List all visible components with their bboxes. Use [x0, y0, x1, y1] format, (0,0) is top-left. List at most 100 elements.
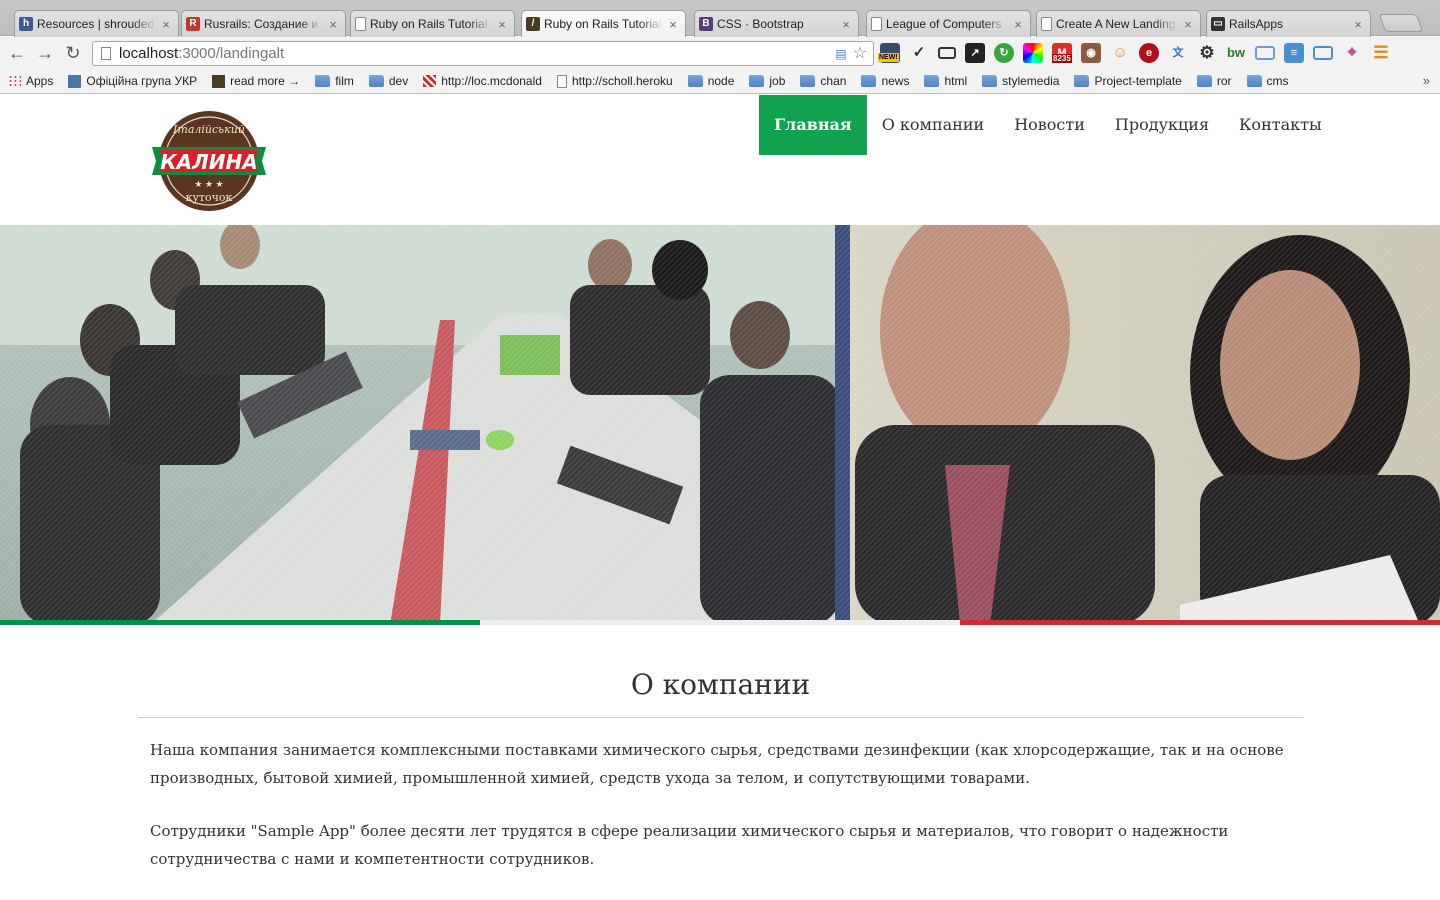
bookmark-item[interactable]: html	[924, 74, 967, 88]
reload-icon[interactable]: ↻	[62, 42, 84, 64]
back-arrow-icon[interactable]: ←	[6, 42, 28, 64]
bookmark-item[interactable]: chan	[800, 74, 846, 88]
bookmark-item[interactable]: http://scholl.heroku	[556, 74, 673, 88]
logo-emblem-icon: Італійський КАЛИНА ★ ★ ★ куточок	[152, 111, 266, 211]
tab-close-icon[interactable]: ×	[1182, 17, 1194, 32]
settings-gear-icon[interactable]: ⚙	[1197, 43, 1217, 63]
unread-count-badge: 8235	[1052, 54, 1072, 63]
url-path: :3000/landingalt	[178, 45, 285, 62]
forward-arrow-icon[interactable]: →	[34, 42, 56, 64]
folder-icon	[1246, 75, 1262, 87]
nav-news[interactable]: Новости	[999, 95, 1100, 155]
bookmark-label: film	[335, 74, 354, 88]
main-navigation: Главная О компании Новости Продукция Контакт…	[759, 95, 1337, 155]
office-meeting-photo	[0, 225, 1440, 625]
evernote-icon[interactable]: e	[1139, 43, 1159, 63]
new-tab-button[interactable]	[1378, 14, 1424, 32]
bookmark-item[interactable]: node	[687, 74, 735, 88]
feather-icon	[212, 74, 226, 88]
instagram-icon[interactable]: ◉	[1081, 43, 1101, 63]
folder-icon	[861, 75, 877, 87]
italian-flag-stripe	[0, 620, 1440, 625]
poll-icon[interactable]: ☺	[1110, 43, 1130, 63]
bookmark-item[interactable]: news	[861, 74, 909, 88]
bookmark-item[interactable]: Офіційна група УКР	[68, 74, 197, 88]
color-picker-icon[interactable]	[1023, 43, 1043, 63]
browser-tab[interactable]: h Resources | shrouded ×	[14, 10, 179, 37]
translate-icon[interactable]: 文	[1168, 43, 1188, 63]
new-badge: NEW!	[878, 53, 899, 62]
folder-icon	[1196, 75, 1212, 87]
page-icon	[1041, 17, 1052, 31]
folder-icon	[368, 75, 384, 87]
window-resizer-icon[interactable]	[938, 47, 956, 59]
browser-tab[interactable]: R Rusrails: Создание и ×	[181, 10, 346, 37]
screenshot-icon[interactable]	[1255, 46, 1275, 60]
bw-icon[interactable]: bw	[1226, 43, 1246, 63]
browser-tab[interactable]: / Ruby on Rails Tutorial ×	[521, 10, 686, 37]
tab-title: Rusrails: Создание и	[204, 17, 319, 31]
nav-about[interactable]: О компании	[867, 95, 999, 155]
stripe-white	[480, 620, 960, 625]
gmail-checker-icon[interactable]: M 8235	[1052, 43, 1072, 63]
tab-title: Create A New Landing	[1056, 17, 1176, 31]
bookmark-item[interactable]: Apps	[8, 74, 53, 88]
page-action-icon[interactable]: ▤	[835, 45, 846, 63]
eyedropper-icon[interactable]: ✓	[909, 43, 929, 63]
rss-icon[interactable]: ≡	[1284, 43, 1304, 63]
tab-title: League of Computers	[886, 17, 1002, 31]
bookmark-item[interactable]: ror	[1196, 74, 1232, 88]
bookmark-item[interactable]: cms	[1246, 74, 1289, 88]
chrome-menu-icon[interactable]: ☰	[1371, 43, 1391, 63]
browser-tab[interactable]: Create A New Landing ×	[1036, 10, 1201, 37]
tab-close-icon[interactable]: ×	[840, 17, 852, 32]
folder-icon	[687, 75, 703, 87]
logo-top-text: Італійський	[172, 123, 245, 136]
tab-close-icon[interactable]: ×	[1352, 17, 1364, 32]
bookmark-label: chan	[820, 74, 847, 88]
sync-icon[interactable]: ↻	[994, 43, 1014, 63]
bookmark-label: job	[769, 74, 786, 88]
nav-products[interactable]: Продукция	[1100, 95, 1224, 155]
bookmark-item[interactable]: stylemedia	[982, 74, 1059, 88]
hero-photo	[0, 225, 1440, 625]
browser-tab[interactable]: Ruby on Rails Tutorial ×	[350, 10, 515, 37]
screen-capture-icon[interactable]: ⌖	[1342, 43, 1362, 63]
tab-close-icon[interactable]: ×	[496, 17, 508, 32]
page-icon	[355, 17, 366, 31]
kalina-logo[interactable]: Італійський КАЛИНА ★ ★ ★ куточок	[150, 109, 268, 213]
tab-close-icon[interactable]: ×	[1012, 17, 1024, 32]
browser-tab[interactable]: B CSS · Bootstrap ×	[694, 10, 859, 37]
bookmark-label: node	[707, 74, 735, 88]
bookmark-label: cms	[1266, 74, 1289, 88]
nav-contacts[interactable]: Контакты	[1224, 95, 1337, 155]
bookmarks-overflow-chevron[interactable]: »	[1423, 73, 1430, 88]
feather-favicon-icon: /	[526, 17, 540, 31]
new-extension-icon[interactable]: NEW!	[878, 43, 900, 63]
bookmark-label: read more →	[230, 74, 301, 88]
bookmark-item[interactable]: film	[315, 74, 354, 88]
gift-icon	[423, 75, 437, 87]
tab-close-icon[interactable]: ×	[667, 17, 679, 32]
nav-home[interactable]: Главная	[759, 95, 867, 155]
analytics-chart-icon[interactable]: ↗	[965, 43, 985, 63]
address-bar[interactable]: localhost:3000/landingalt ▤ ☆	[92, 41, 874, 66]
bookmark-item[interactable]: read more →	[212, 74, 300, 88]
bookmark-item[interactable]: Project-template	[1074, 74, 1182, 88]
folder-sync-icon[interactable]	[1313, 46, 1333, 60]
svg-text:★ ★ ★: ★ ★ ★	[194, 179, 223, 189]
bookmark-item[interactable]: http://loc.mcdonald	[423, 74, 542, 88]
bookmark-label: dev	[388, 74, 409, 88]
bookmark-star-icon[interactable]: ☆	[853, 45, 867, 63]
rusrails-favicon-icon: R	[186, 17, 200, 31]
tab-close-icon[interactable]: ×	[327, 17, 339, 32]
hatena-favicon-icon: h	[19, 17, 33, 31]
browser-tab[interactable]: League of Computers ×	[866, 10, 1031, 37]
bookmark-label: html	[944, 74, 968, 88]
bookmark-item[interactable]: dev	[368, 74, 409, 88]
site-header: Італійський КАЛИНА ★ ★ ★ куточок Главная…	[0, 95, 1440, 225]
bookmark-item[interactable]: job	[749, 74, 785, 88]
tab-close-icon[interactable]: ×	[160, 17, 172, 32]
page-icon	[556, 74, 567, 88]
browser-tab[interactable]: ▭ RailsApps ×	[1206, 10, 1371, 37]
